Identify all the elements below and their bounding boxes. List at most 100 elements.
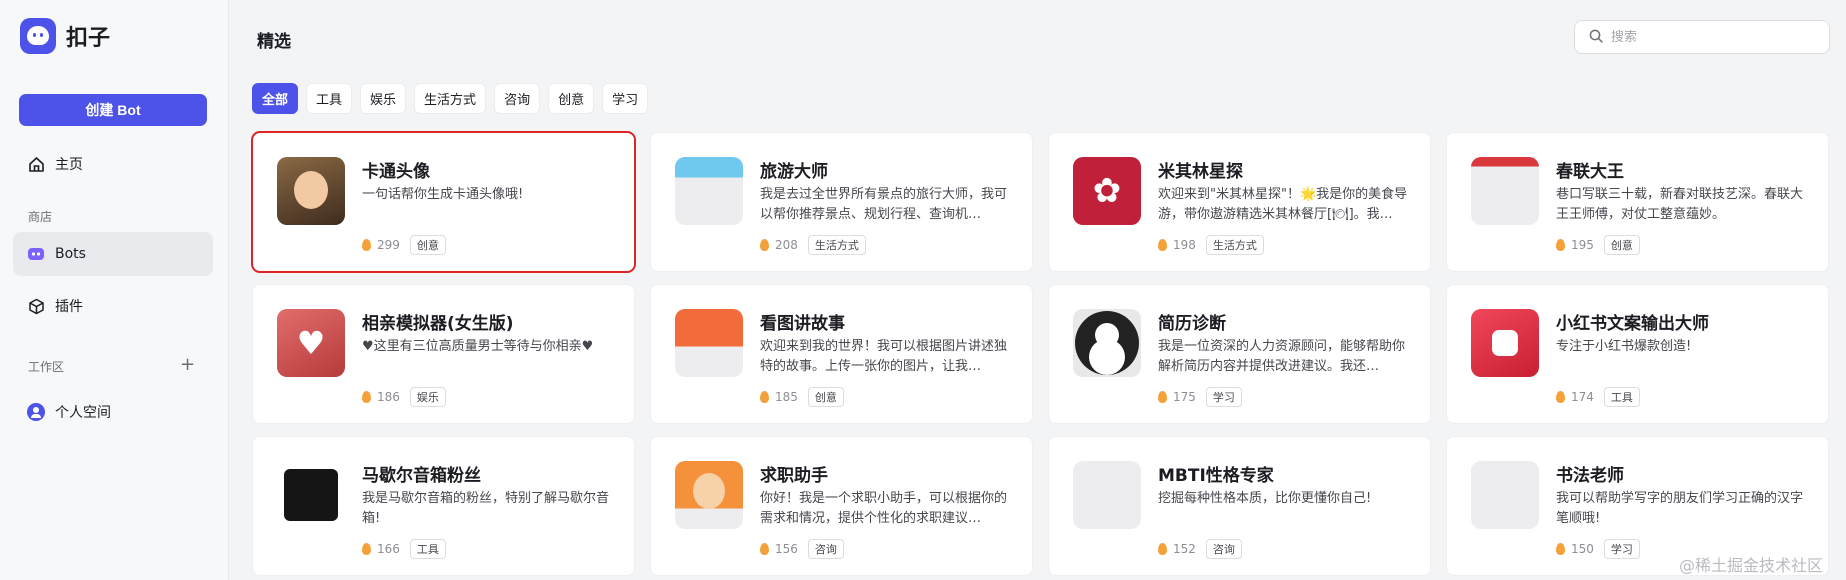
create-bot-button[interactable]: 创建 Bot [19,94,207,126]
bot-card-meta: 152 咨询 [1158,539,1242,559]
fire-icon [1556,391,1565,403]
tab-learning[interactable]: 学习 [602,83,649,114]
bot-card[interactable]: ♥ 相亲模拟器(女生版) ♥这里有三位高质量男士等待与你相亲♥ 186 娱乐 [252,284,635,424]
search-box[interactable] [1574,20,1830,54]
tab-tools[interactable]: 工具 [306,83,353,114]
bot-card[interactable]: MBTI性格专家挖掘每种性格本质，比你更懂你自己! 152 咨询 [1048,436,1431,576]
bot-avatar-image [277,461,345,529]
bot-card-title: 相亲模拟器(女生版) [362,314,514,334]
bot-avatar-image [675,157,743,225]
bot-card-meta: 150 学习 [1556,539,1640,559]
bot-card-meta: 156 咨询 [760,539,844,559]
usage-count: 198 [1173,238,1196,252]
usage-count: 185 [775,390,798,404]
bot-avatar-image [675,309,743,377]
bot-card-description: ♥这里有三位高质量男士等待与你相亲♥ [362,339,594,354]
bot-card-description: 一句话帮你生成卡通头像哦! [362,187,524,202]
bot-card[interactable]: 春联大王 巷口写联三十载，新春对联技艺深。春联大王王师傅，对仗工整意蕴妙。 195 创… [1446,132,1829,272]
fire-icon [760,543,769,555]
tab-entertainment[interactable]: 娱乐 [360,83,407,114]
category-badge: 创意 [409,235,446,255]
bot-card[interactable]: 马歇尔音箱粉丝 我是马歇尔音箱的粉丝，特别了解马歇尔音箱! 166 工具 [252,436,635,576]
bot-avatar-image [277,157,345,225]
bot-card-title: MBTI性格专家 [1158,466,1274,486]
fire-icon [1158,543,1167,555]
add-workspace-icon[interactable]: + [180,356,195,374]
bot-avatar-image: ♥ [277,309,345,377]
category-badge: 生活方式 [1205,235,1264,255]
bot-card[interactable]: 卡通头像一句话帮你生成卡通头像哦! 299 创意 [251,131,636,273]
bot-card-title: 米其林星探 [1158,162,1243,182]
usage-count: 174 [1571,390,1594,404]
tab-consulting[interactable]: 咨询 [494,83,541,114]
bot-card[interactable]: 旅游大师我是去过全世界所有景点的旅行大师，我可以帮你推荐景点、规划行程、查询机…… [650,132,1033,272]
sidebar-item-label: Bots [55,246,86,262]
fire-icon [1158,239,1167,251]
tab-all[interactable]: 全部 [252,83,299,114]
home-icon [27,155,45,173]
category-badge: 工具 [409,539,446,559]
bot-card-title: 春联大王 [1556,162,1624,182]
usage-count: 186 [377,390,400,404]
bot-card-meta: 175 学习 [1158,387,1242,407]
usage-count: 175 [1173,390,1196,404]
search-input[interactable] [1611,29,1811,45]
bot-card-meta: 198 生活方式 [1158,235,1264,255]
sidebar-item-label: 个人空间 [55,405,111,421]
bot-card[interactable]: 简历诊断 我是一位资深的人力资源顾问，能够帮助你解析简历内容并提供改进建议。我还…… [1048,284,1431,424]
bot-card-title: 求职助手 [760,466,828,486]
bot-card[interactable]: 看图讲故事欢迎来到我的世界！我可以根据图片讲述独特的故事。上传一张你的图片，让我… [650,284,1033,424]
bot-card-description: 我是去过全世界所有景点的旅行大师，我可以帮你推荐景点、规划行程、查询机… [760,187,1008,222]
sidebar-item-bots[interactable]: Bots [13,232,213,276]
sidebar-item-plugins[interactable]: 插件 [13,284,213,328]
category-tabs: 全部 工具 娱乐 生活方式 咨询 创意 学习 [252,83,649,114]
bot-avatar-image [675,461,743,529]
page-title: 精选 [257,32,291,52]
sidebar-item-personal-space[interactable]: 个人空间 [13,390,213,434]
bot-card-meta: 185 创意 [760,387,844,407]
brand-name: 扣子 [66,26,111,51]
bot-card-title: 马歇尔音箱粉丝 [362,466,481,486]
bot-card-description: 欢迎来到我的世界！我可以根据图片讲述独特的故事。上传一张你的图片，让我… [760,339,1008,374]
bot-card[interactable]: 小红书文案输出大师 专注于小红书爆款创造! 174 工具 [1446,284,1829,424]
brand[interactable]: 扣子 [20,18,110,54]
usage-count: 299 [377,238,400,252]
bot-card-meta: 208 生活方式 [760,235,866,255]
bot-card-description: 挖掘每种性格本质，比你更懂你自己! [1158,491,1372,506]
bot-avatar-image [1471,157,1539,225]
bot-card[interactable]: ✿ 米其林星探 欢迎来到"米其林星探"！🌟我是你的美食导游，带你遨游精选米其林餐厅[… [1048,132,1431,272]
usage-count: 152 [1173,542,1196,556]
bot-icon [27,245,45,263]
bot-card-grid: 卡通头像一句话帮你生成卡通头像哦! 299 创意 旅游大师我是去过全世界所有景点的旅行… [251,131,1829,576]
bot-card-description: 专注于小红书爆款创造! [1556,339,1692,354]
coze-logo-icon [20,18,56,54]
category-badge: 创意 [807,387,844,407]
category-badge: 娱乐 [409,387,446,407]
tab-lifestyle[interactable]: 生活方式 [414,83,487,114]
watermark: @稀土掘金技术社区 [1679,556,1824,575]
search-icon [1589,28,1603,47]
sidebar-item-home[interactable]: 主页 [13,142,213,186]
usage-count: 195 [1571,238,1594,252]
usage-count: 166 [377,542,400,556]
bot-card-meta: 186 娱乐 [362,387,446,407]
bot-card-description: 我是一位资深的人力资源顾问，能够帮助你解析简历内容并提供改进建议。我还… [1158,339,1406,374]
bot-card-title: 卡通头像 [362,162,430,182]
user-avatar-icon [27,403,45,421]
fire-icon [362,239,371,251]
tab-creative[interactable]: 创意 [548,83,595,114]
bot-card-description: 欢迎来到"米其林星探"！🌟我是你的美食导游，带你遨游精选米其林餐厅[🍽]。我… [1158,187,1408,222]
bot-card-meta: 174 工具 [1556,387,1640,407]
bot-card-meta: 299 创意 [362,235,446,255]
store-section-label: 商店 [28,210,53,224]
bot-card[interactable]: 求职助手 你好！我是一个求职小助手，可以根据你的需求和情况，提供个性化的求职建议…… [650,436,1033,576]
usage-count: 150 [1571,542,1594,556]
bot-card-title: 看图讲故事 [760,314,845,334]
category-badge: 学习 [1205,387,1242,407]
bot-card-title: 书法老师 [1556,466,1624,486]
bot-card-title: 旅游大师 [760,162,828,182]
category-badge: 生活方式 [807,235,866,255]
fire-icon [760,239,769,251]
bot-avatar-image [1073,309,1141,377]
category-badge: 咨询 [807,539,844,559]
